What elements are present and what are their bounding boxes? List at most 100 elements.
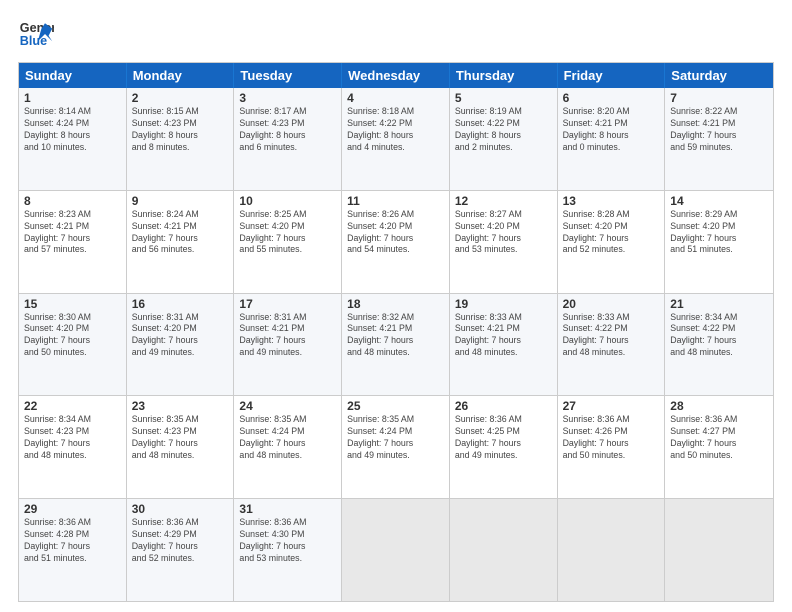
calendar-cell	[558, 499, 666, 601]
calendar-cell: 29Sunrise: 8:36 AMSunset: 4:28 PMDayligh…	[19, 499, 127, 601]
day-info: Sunrise: 8:35 AMSunset: 4:24 PMDaylight:…	[239, 414, 336, 462]
day-info: Sunrise: 8:36 AMSunset: 4:30 PMDaylight:…	[239, 517, 336, 565]
day-info: Sunrise: 8:24 AMSunset: 4:21 PMDaylight:…	[132, 209, 229, 257]
calendar-cell: 20Sunrise: 8:33 AMSunset: 4:22 PMDayligh…	[558, 294, 666, 396]
day-number: 29	[24, 502, 121, 516]
calendar-cell: 12Sunrise: 8:27 AMSunset: 4:20 PMDayligh…	[450, 191, 558, 293]
day-number: 30	[132, 502, 229, 516]
day-number: 28	[670, 399, 768, 413]
day-info: Sunrise: 8:36 AMSunset: 4:25 PMDaylight:…	[455, 414, 552, 462]
calendar-cell: 27Sunrise: 8:36 AMSunset: 4:26 PMDayligh…	[558, 396, 666, 498]
calendar-cell: 17Sunrise: 8:31 AMSunset: 4:21 PMDayligh…	[234, 294, 342, 396]
day-info: Sunrise: 8:36 AMSunset: 4:28 PMDaylight:…	[24, 517, 121, 565]
day-info: Sunrise: 8:20 AMSunset: 4:21 PMDaylight:…	[563, 106, 660, 154]
day-number: 15	[24, 297, 121, 311]
calendar-cell: 22Sunrise: 8:34 AMSunset: 4:23 PMDayligh…	[19, 396, 127, 498]
day-number: 17	[239, 297, 336, 311]
day-number: 6	[563, 91, 660, 105]
calendar-row-2: 8Sunrise: 8:23 AMSunset: 4:21 PMDaylight…	[19, 191, 773, 294]
day-info: Sunrise: 8:15 AMSunset: 4:23 PMDaylight:…	[132, 106, 229, 154]
day-number: 31	[239, 502, 336, 516]
day-info: Sunrise: 8:17 AMSunset: 4:23 PMDaylight:…	[239, 106, 336, 154]
day-info: Sunrise: 8:27 AMSunset: 4:20 PMDaylight:…	[455, 209, 552, 257]
day-number: 21	[670, 297, 768, 311]
calendar-row-3: 15Sunrise: 8:30 AMSunset: 4:20 PMDayligh…	[19, 294, 773, 397]
day-of-week-wednesday: Wednesday	[342, 63, 450, 88]
day-number: 11	[347, 194, 444, 208]
day-info: Sunrise: 8:19 AMSunset: 4:22 PMDaylight:…	[455, 106, 552, 154]
calendar-cell	[450, 499, 558, 601]
day-number: 10	[239, 194, 336, 208]
calendar: SundayMondayTuesdayWednesdayThursdayFrid…	[18, 62, 774, 602]
calendar-cell	[342, 499, 450, 601]
calendar-cell: 19Sunrise: 8:33 AMSunset: 4:21 PMDayligh…	[450, 294, 558, 396]
calendar-body: 1Sunrise: 8:14 AMSunset: 4:24 PMDaylight…	[19, 88, 773, 601]
calendar-row-4: 22Sunrise: 8:34 AMSunset: 4:23 PMDayligh…	[19, 396, 773, 499]
calendar-cell: 23Sunrise: 8:35 AMSunset: 4:23 PMDayligh…	[127, 396, 235, 498]
day-number: 13	[563, 194, 660, 208]
day-info: Sunrise: 8:36 AMSunset: 4:27 PMDaylight:…	[670, 414, 768, 462]
day-info: Sunrise: 8:25 AMSunset: 4:20 PMDaylight:…	[239, 209, 336, 257]
calendar-cell: 18Sunrise: 8:32 AMSunset: 4:21 PMDayligh…	[342, 294, 450, 396]
day-info: Sunrise: 8:14 AMSunset: 4:24 PMDaylight:…	[24, 106, 121, 154]
day-number: 4	[347, 91, 444, 105]
day-of-week-sunday: Sunday	[19, 63, 127, 88]
day-number: 27	[563, 399, 660, 413]
calendar-cell: 6Sunrise: 8:20 AMSunset: 4:21 PMDaylight…	[558, 88, 666, 190]
day-number: 18	[347, 297, 444, 311]
logo-icon: General Blue	[18, 16, 54, 52]
logo: General Blue	[18, 16, 60, 52]
day-info: Sunrise: 8:35 AMSunset: 4:24 PMDaylight:…	[347, 414, 444, 462]
calendar-cell: 3Sunrise: 8:17 AMSunset: 4:23 PMDaylight…	[234, 88, 342, 190]
calendar-cell: 16Sunrise: 8:31 AMSunset: 4:20 PMDayligh…	[127, 294, 235, 396]
day-number: 16	[132, 297, 229, 311]
page: General Blue SundayMondayTuesdayWednesda…	[0, 0, 792, 612]
day-of-week-friday: Friday	[558, 63, 666, 88]
day-number: 5	[455, 91, 552, 105]
calendar-cell: 28Sunrise: 8:36 AMSunset: 4:27 PMDayligh…	[665, 396, 773, 498]
day-number: 22	[24, 399, 121, 413]
calendar-cell: 13Sunrise: 8:28 AMSunset: 4:20 PMDayligh…	[558, 191, 666, 293]
calendar-cell: 4Sunrise: 8:18 AMSunset: 4:22 PMDaylight…	[342, 88, 450, 190]
calendar-cell: 10Sunrise: 8:25 AMSunset: 4:20 PMDayligh…	[234, 191, 342, 293]
day-number: 1	[24, 91, 121, 105]
day-of-week-thursday: Thursday	[450, 63, 558, 88]
calendar-cell: 7Sunrise: 8:22 AMSunset: 4:21 PMDaylight…	[665, 88, 773, 190]
day-number: 26	[455, 399, 552, 413]
calendar-header: SundayMondayTuesdayWednesdayThursdayFrid…	[19, 63, 773, 88]
day-info: Sunrise: 8:35 AMSunset: 4:23 PMDaylight:…	[132, 414, 229, 462]
day-info: Sunrise: 8:33 AMSunset: 4:21 PMDaylight:…	[455, 312, 552, 360]
day-info: Sunrise: 8:31 AMSunset: 4:21 PMDaylight:…	[239, 312, 336, 360]
day-number: 14	[670, 194, 768, 208]
day-info: Sunrise: 8:31 AMSunset: 4:20 PMDaylight:…	[132, 312, 229, 360]
calendar-cell: 30Sunrise: 8:36 AMSunset: 4:29 PMDayligh…	[127, 499, 235, 601]
calendar-cell: 11Sunrise: 8:26 AMSunset: 4:20 PMDayligh…	[342, 191, 450, 293]
calendar-row-5: 29Sunrise: 8:36 AMSunset: 4:28 PMDayligh…	[19, 499, 773, 601]
header: General Blue	[18, 16, 774, 52]
calendar-cell: 25Sunrise: 8:35 AMSunset: 4:24 PMDayligh…	[342, 396, 450, 498]
calendar-cell: 31Sunrise: 8:36 AMSunset: 4:30 PMDayligh…	[234, 499, 342, 601]
calendar-row-1: 1Sunrise: 8:14 AMSunset: 4:24 PMDaylight…	[19, 88, 773, 191]
day-info: Sunrise: 8:26 AMSunset: 4:20 PMDaylight:…	[347, 209, 444, 257]
calendar-cell: 2Sunrise: 8:15 AMSunset: 4:23 PMDaylight…	[127, 88, 235, 190]
calendar-cell: 9Sunrise: 8:24 AMSunset: 4:21 PMDaylight…	[127, 191, 235, 293]
day-number: 19	[455, 297, 552, 311]
day-info: Sunrise: 8:36 AMSunset: 4:29 PMDaylight:…	[132, 517, 229, 565]
day-info: Sunrise: 8:28 AMSunset: 4:20 PMDaylight:…	[563, 209, 660, 257]
calendar-cell: 24Sunrise: 8:35 AMSunset: 4:24 PMDayligh…	[234, 396, 342, 498]
calendar-cell: 5Sunrise: 8:19 AMSunset: 4:22 PMDaylight…	[450, 88, 558, 190]
day-info: Sunrise: 8:18 AMSunset: 4:22 PMDaylight:…	[347, 106, 444, 154]
day-number: 12	[455, 194, 552, 208]
day-of-week-tuesday: Tuesday	[234, 63, 342, 88]
day-number: 7	[670, 91, 768, 105]
calendar-cell	[665, 499, 773, 601]
day-number: 3	[239, 91, 336, 105]
day-of-week-monday: Monday	[127, 63, 235, 88]
day-number: 24	[239, 399, 336, 413]
day-info: Sunrise: 8:23 AMSunset: 4:21 PMDaylight:…	[24, 209, 121, 257]
day-info: Sunrise: 8:30 AMSunset: 4:20 PMDaylight:…	[24, 312, 121, 360]
calendar-cell: 21Sunrise: 8:34 AMSunset: 4:22 PMDayligh…	[665, 294, 773, 396]
day-of-week-saturday: Saturday	[665, 63, 773, 88]
day-info: Sunrise: 8:36 AMSunset: 4:26 PMDaylight:…	[563, 414, 660, 462]
day-info: Sunrise: 8:34 AMSunset: 4:22 PMDaylight:…	[670, 312, 768, 360]
